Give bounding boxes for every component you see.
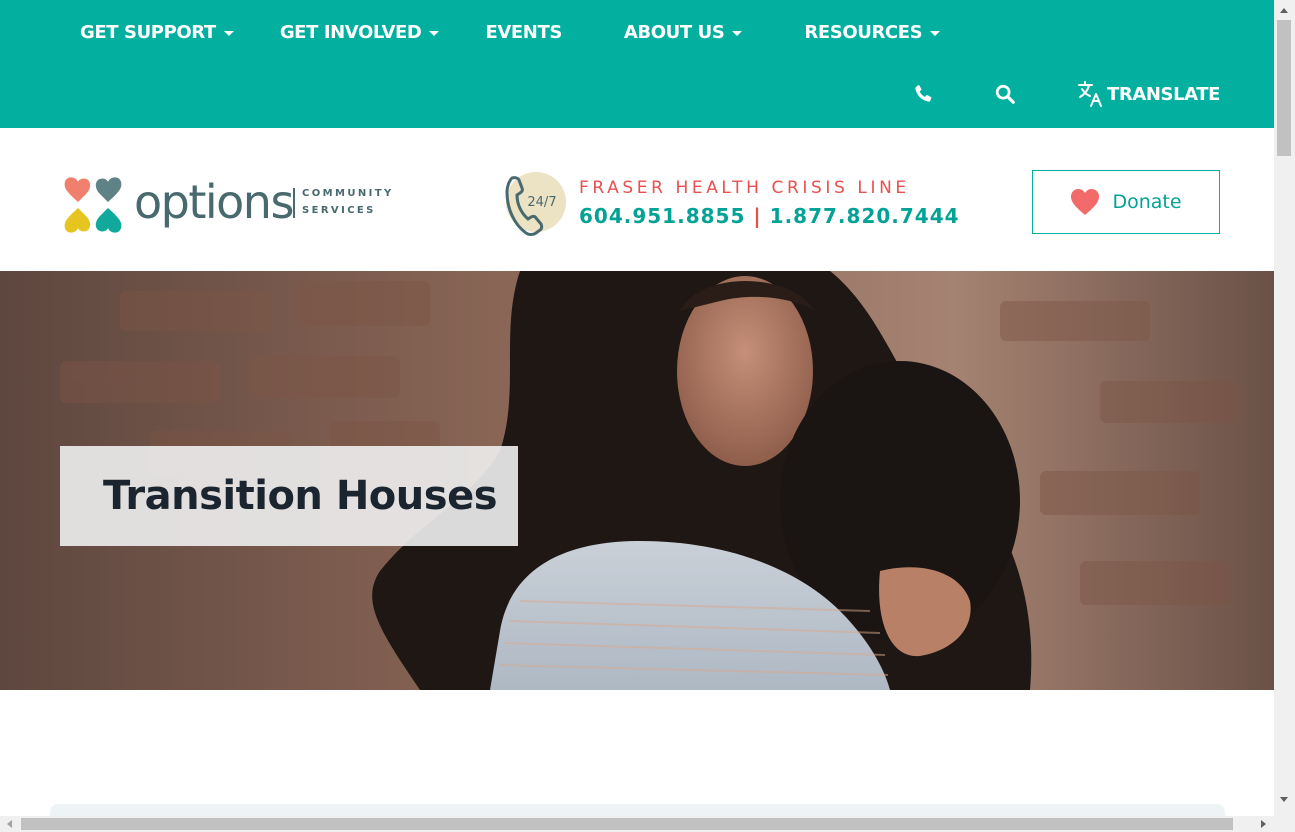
caret-down-icon — [732, 30, 743, 36]
horizontal-scroll-thumb[interactable] — [21, 818, 1233, 830]
site-logo[interactable]: options COMMUNITY SERVICES — [62, 172, 414, 236]
search-button[interactable] — [994, 78, 1016, 110]
hero-title-box: Transition Houses — [60, 446, 518, 546]
vertical-scrollbar[interactable] — [1274, 0, 1295, 816]
scroll-left-arrow-icon[interactable] — [7, 820, 12, 828]
scrollbar-corner — [1274, 816, 1295, 832]
badge-247: 24/7 — [527, 195, 556, 210]
translate-label: TRANSLATE — [1107, 83, 1221, 105]
phone-icon — [915, 85, 932, 102]
hero-banner: Transition Houses — [0, 271, 1274, 690]
logo-subline-services: SERVICES — [302, 205, 376, 216]
donate-label: Donate — [1112, 191, 1182, 213]
logo-wordmark: options — [134, 175, 294, 229]
caret-down-icon — [223, 30, 234, 36]
crisis-phone-local[interactable]: 604.951.8855 — [579, 204, 745, 228]
nav-get-support[interactable]: GET SUPPORT — [80, 22, 234, 43]
translate-button[interactable]: TRANSLATE — [1077, 78, 1220, 110]
vertical-scroll-thumb[interactable] — [1277, 20, 1291, 156]
search-icon — [995, 84, 1015, 104]
main-nav: GET SUPPORT GET INVOLVED EVENTS ABOUT US… — [80, 18, 986, 46]
nav-get-support-label: GET SUPPORT — [80, 21, 216, 43]
logo-subline-community: COMMUNITY — [302, 188, 394, 199]
crisis-line-title: FRASER HEALTH CRISIS LINE — [579, 178, 910, 198]
scroll-right-arrow-icon[interactable] — [1261, 820, 1266, 828]
caret-down-icon — [429, 30, 440, 36]
top-nav-bar: GET SUPPORT GET INVOLVED EVENTS ABOUT US… — [0, 0, 1274, 128]
caret-down-icon — [930, 30, 941, 36]
translate-icon — [1078, 81, 1102, 107]
nav-about-us[interactable]: ABOUT US — [624, 22, 743, 43]
heart-icon — [1071, 189, 1100, 215]
phone-separator: | — [753, 204, 762, 228]
phone-247-icon: 24/7 — [505, 172, 566, 236]
nav-get-involved[interactable]: GET INVOLVED — [280, 22, 440, 43]
donate-button[interactable]: Donate — [1032, 170, 1220, 234]
content-card-top — [50, 804, 1225, 816]
nav-resources[interactable]: RESOURCES — [804, 21, 941, 43]
crisis-line: 24/7 FRASER HEALTH CRISIS LINE 604.951.8… — [502, 172, 959, 236]
scroll-up-arrow-icon[interactable] — [1280, 8, 1288, 13]
phone-button[interactable] — [912, 78, 934, 110]
page-title: Transition Houses — [103, 473, 498, 519]
site-header: options COMMUNITY SERVICES 24/7 FRASER H… — [0, 128, 1274, 271]
nav-resources-label: RESOURCES — [804, 21, 923, 43]
nav-events-label: EVENTS — [485, 21, 562, 43]
nav-about-us-label: ABOUT US — [623, 21, 725, 43]
nav-events[interactable]: EVENTS — [485, 21, 562, 43]
crisis-phone-tollfree[interactable]: 1.877.820.7444 — [770, 204, 960, 228]
crisis-phone-numbers: 604.951.8855 | 1.877.820.7444 — [579, 204, 960, 228]
scroll-down-arrow-icon[interactable] — [1280, 797, 1288, 802]
nav-get-involved-label: GET INVOLVED — [279, 21, 422, 43]
logo-separator — [293, 188, 295, 218]
horizontal-scrollbar[interactable] — [0, 816, 1274, 832]
logo-mark-icon — [64, 177, 122, 233]
